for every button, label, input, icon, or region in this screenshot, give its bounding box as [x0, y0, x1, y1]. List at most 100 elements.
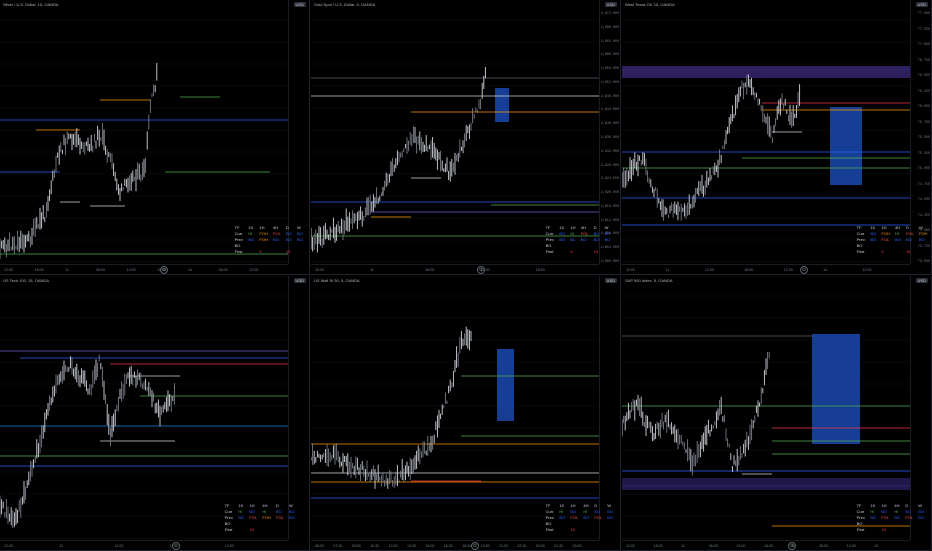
- row-label: First: [234, 249, 243, 255]
- chart-panel-us-tech[interactable]: US Tech 100, 15, OANDA USD 12:00 13 12:00 1…: [0, 276, 310, 551]
- scroll-to-realtime-button[interactable]: ⊙: [788, 542, 796, 550]
- scroll-to-realtime-button[interactable]: ⊙: [471, 542, 479, 550]
- currency-badge[interactable]: USD: [915, 2, 928, 7]
- status-cell: BO: [248, 236, 255, 242]
- chart-panel-silver[interactable]: Silver / U.S. Dollar, 15, OANDA USD 12:0…: [0, 0, 310, 275]
- time-tick-label: 06:00: [315, 544, 324, 548]
- zone-box[interactable]: [812, 334, 860, 444]
- zone-box[interactable]: [830, 107, 862, 185]
- time-tick-label: 12:00: [862, 268, 872, 272]
- row-label: First: [224, 527, 233, 533]
- table-row: Prev BO BL BO BO BO: [543, 236, 613, 242]
- status-cell: BO: [918, 514, 925, 520]
- currency-badge[interactable]: USD: [604, 278, 617, 283]
- time-tick-label: 18:00: [744, 268, 754, 272]
- table-row: First 15: [543, 527, 616, 533]
- price-tick-label: 74.750: [917, 182, 930, 187]
- time-tick-label: 12:00: [704, 268, 714, 272]
- panel-title: US Wall St 30, 5, OANDA: [314, 278, 360, 283]
- row-label: First: [545, 249, 554, 255]
- price-tick-label: 2,672.000: [600, 12, 619, 16]
- status-cell: 15: [881, 527, 886, 533]
- time-tick-label: 12:00: [126, 268, 136, 272]
- currency-badge[interactable]: USD: [915, 278, 928, 283]
- time-tick-label: 21:00: [499, 544, 508, 548]
- price-plot[interactable]: [311, 276, 599, 540]
- status-cell: [236, 527, 247, 533]
- time-tick-label: 18:00: [462, 544, 472, 548]
- time-tick-label: 18:00: [34, 268, 44, 272]
- panel-title: West Texas Oil, 15, OANDA: [625, 2, 675, 7]
- price-tick-label: 75.500: [917, 136, 930, 140]
- chart-panel-wti[interactable]: West Texas Oil, 15, OANDA USD 77.500 77.2…: [622, 0, 932, 275]
- time-tick-label: 12:00: [4, 268, 13, 272]
- currency-badge[interactable]: USD: [604, 2, 617, 7]
- status-cell: FOH: [262, 514, 271, 520]
- price-axis[interactable]: USD: [599, 276, 621, 540]
- status-cell: BO: [296, 236, 303, 242]
- session-status-table: TF 15 1H 4H D W Curr BO HI FOL BO BO Prev BO BL BO BO BO B…: [543, 224, 613, 255]
- status-cell: 15: [286, 249, 291, 255]
- scroll-to-realtime-button[interactable]: ⊙: [160, 266, 168, 274]
- time-tick-label: 06:00: [218, 268, 228, 272]
- status-cell: 15: [570, 527, 575, 533]
- status-cell: FOL: [594, 514, 603, 520]
- time-tick-label: 13:30: [407, 544, 416, 548]
- price-axis[interactable]: USD: [910, 276, 932, 540]
- zone-box[interactable]: [497, 410, 514, 421]
- chart-panel-gold[interactable]: Gold Spot / U.S. Dollar, 5, OANDA USD 2,…: [311, 0, 621, 275]
- price-plot[interactable]: [0, 276, 288, 540]
- status-cell: FOL: [276, 514, 284, 520]
- time-axis[interactable]: 12:00 13 12:00 11 12:00: [0, 540, 288, 551]
- time-tick-label: 07:30: [333, 544, 343, 548]
- time-tick-label: 12:00: [249, 268, 259, 272]
- status-cell: [557, 249, 568, 255]
- scroll-to-realtime-button[interactable]: ⊙: [172, 542, 180, 550]
- price-tick-label: 2,652.000: [600, 80, 619, 85]
- scroll-to-realtime-button[interactable]: ⊙: [477, 266, 485, 274]
- time-axis[interactable]: 18:00 11 06:00 12:00 18:00: [311, 264, 599, 275]
- price-tick-label: 2,656.000: [600, 67, 619, 72]
- status-cell: 5: [570, 249, 573, 255]
- chart-panel-us-wall-st[interactable]: US Wall St 30, 5, OANDA USD 06:00 07:30 09…: [311, 276, 621, 551]
- status-cell: BO: [894, 514, 901, 520]
- zone-box[interactable]: [495, 88, 509, 122]
- status-cell: BO: [870, 514, 877, 520]
- chart-panel-spx[interactable]: S&P 500 Index, 5, OANDA USD 12:00 18:00 11…: [622, 276, 932, 551]
- price-tick-label: 2,600.000: [600, 260, 619, 264]
- time-tick-label: 11: [370, 268, 374, 272]
- time-tick-label: 14: [823, 268, 828, 272]
- time-tick-label: 11: [665, 268, 670, 272]
- status-cell: [270, 249, 283, 255]
- status-cell: BO: [918, 236, 925, 242]
- status-cell: BO: [607, 514, 614, 520]
- currency-badge[interactable]: USD: [293, 278, 306, 283]
- time-axis[interactable]: 12:00 18:00 11 06:00 12:00 18:00 14 06:00 12:00: [0, 264, 288, 275]
- price-tick-label: 2,640.000: [600, 122, 619, 127]
- price-tick-label: 73.500: [917, 260, 930, 264]
- price-tick-label: 76.000: [917, 105, 930, 109]
- price-plot[interactable]: [622, 276, 910, 540]
- currency-badge[interactable]: USD: [293, 2, 306, 7]
- status-cell: BL: [570, 236, 576, 242]
- zone-box[interactable]: [622, 66, 910, 78]
- time-axis[interactable]: 12:00 11 12:00 18:00 12:00 14 12:00: [622, 264, 910, 275]
- status-cell: [868, 249, 879, 255]
- price-tick-label: 77.250: [917, 27, 930, 32]
- price-axis[interactable]: USD: [288, 276, 310, 540]
- price-tick-label: 75.000: [917, 167, 930, 171]
- panel-title: US Tech 100, 15, OANDA: [3, 278, 49, 283]
- row-label: First: [545, 527, 554, 533]
- time-tick-label: 10:30: [370, 544, 380, 548]
- time-axis[interactable]: 06:00 07:30 09:00 10:30 12:00 13:30 15:00 16:30…: [311, 540, 599, 551]
- table-row: First 5 15: [543, 249, 613, 255]
- price-tick-label: 76.750: [917, 58, 930, 63]
- status-cell: BO: [286, 236, 292, 242]
- time-tick-label: 19:30: [480, 544, 490, 548]
- status-cell: FOL: [570, 514, 579, 520]
- time-axis[interactable]: 12:00 18:00 11 06:00 12:00 18:00 14 06:00 12:00 1…: [622, 540, 910, 551]
- scroll-to-realtime-button[interactable]: ⊙: [800, 266, 808, 274]
- time-tick-label: 18:00: [315, 268, 324, 272]
- status-cell: BO: [604, 236, 611, 242]
- zone-box[interactable]: [622, 478, 910, 490]
